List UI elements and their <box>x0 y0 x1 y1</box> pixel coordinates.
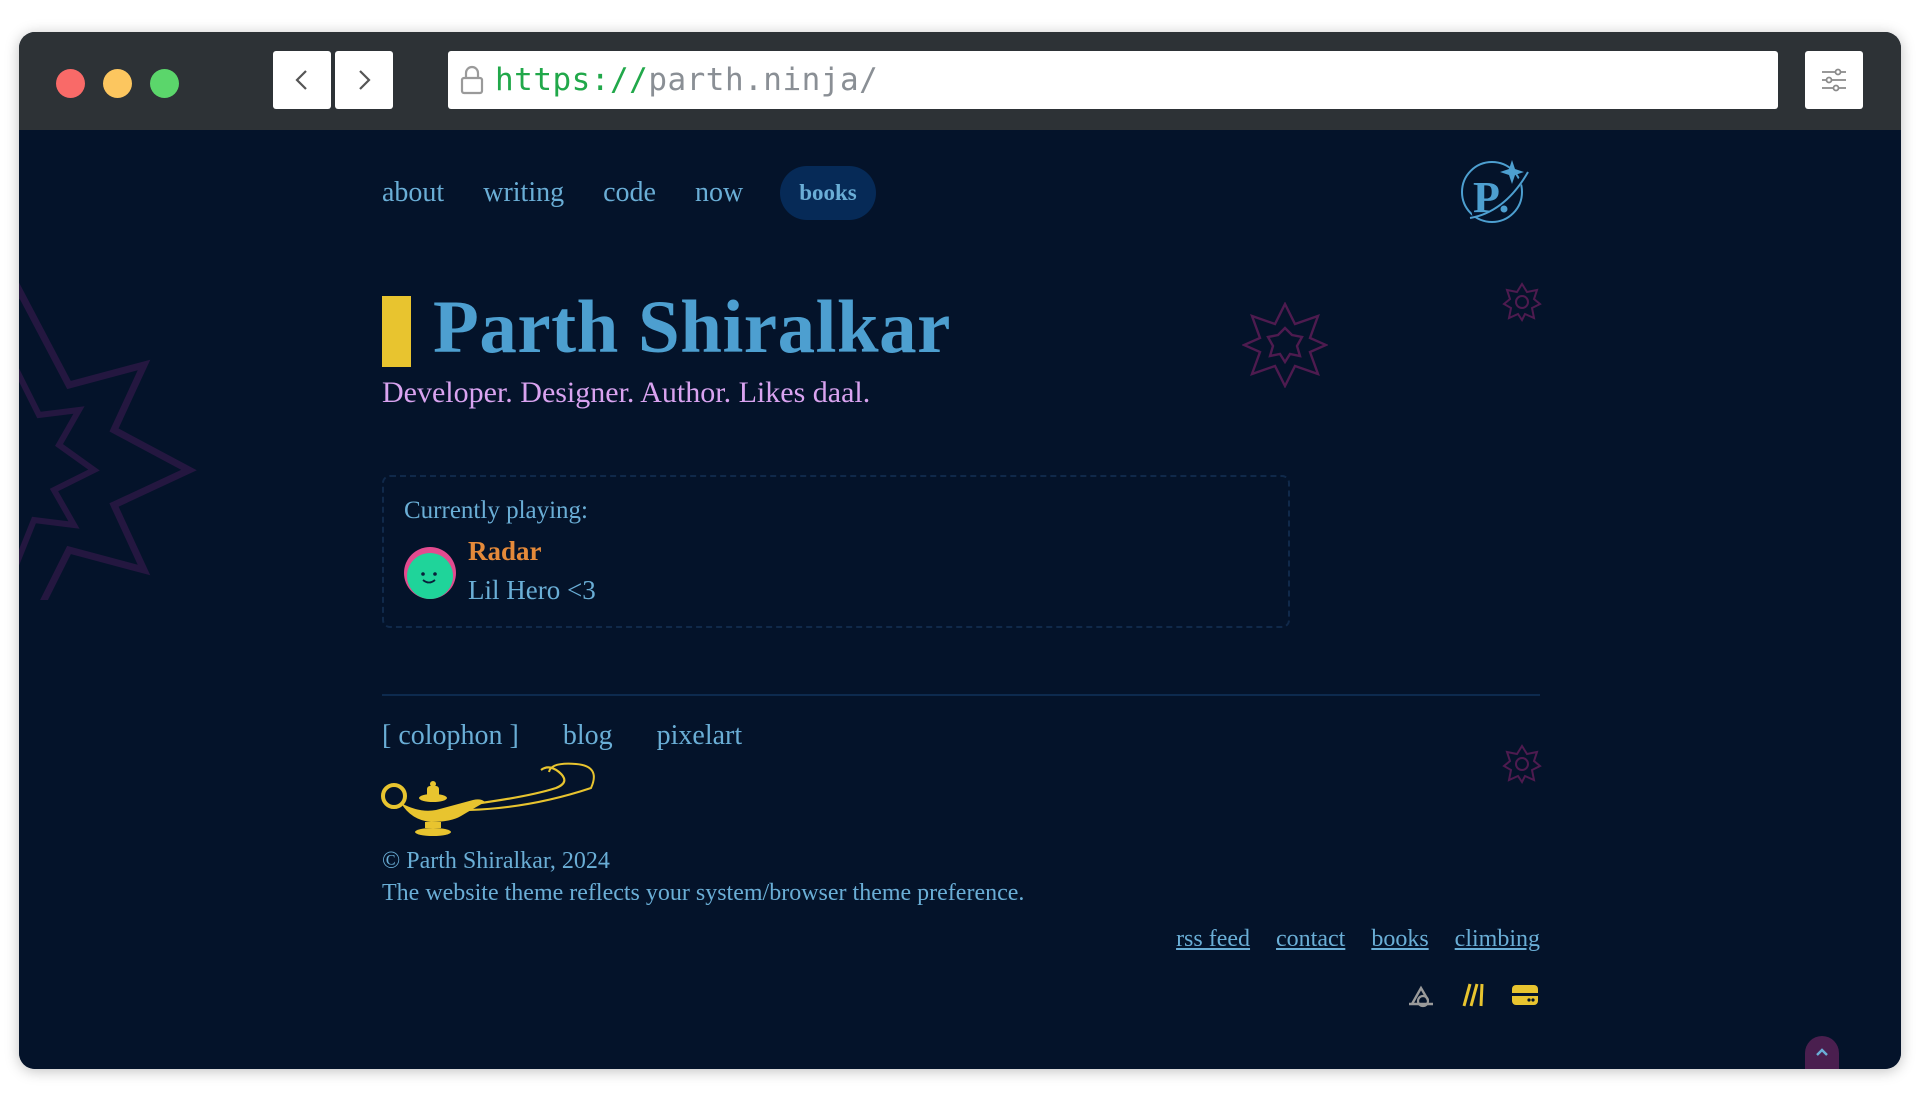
browser-toolbar: https://parth.ninja/ <box>19 32 1901 130</box>
nav-item-writing[interactable]: writing <box>483 177 564 209</box>
footer-nav: [ colophon ] blog pixelart <box>382 720 786 752</box>
svg-text:P: P <box>1473 173 1500 222</box>
chevron-up-icon <box>1816 1048 1828 1056</box>
close-window-button[interactable] <box>56 69 85 98</box>
nav-item-code[interactable]: code <box>603 177 656 209</box>
badge-icons <box>1384 980 1540 1010</box>
footer-link-colophon[interactable]: [ colophon ] <box>382 720 519 752</box>
small-star-decoration-icon <box>1502 744 1542 784</box>
nav-item-books[interactable]: books <box>780 166 876 220</box>
maximize-window-button[interactable] <box>150 69 179 98</box>
footer-divider <box>382 694 1540 696</box>
stripes-icon[interactable] <box>1458 980 1488 1010</box>
smiley-avatar-icon <box>404 547 456 599</box>
forward-button[interactable] <box>335 51 393 109</box>
now-playing-card: Currently playing: Radar Lil Hero <3 <box>382 475 1290 628</box>
link-rss-feed[interactable]: rss feed <box>1176 926 1250 953</box>
magic-lamp-icon <box>381 762 595 836</box>
link-contact[interactable]: contact <box>1276 926 1345 953</box>
url-text: https://parth.ninja/ <box>495 62 878 98</box>
chevron-right-icon <box>359 70 371 90</box>
address-bar[interactable]: https://parth.ninja/ <box>448 51 1778 109</box>
scroll-to-top-button[interactable] <box>1805 1036 1839 1069</box>
footer-link-pixelart[interactable]: pixelart <box>657 720 743 752</box>
browser-window: https://parth.ninja/ about writing code … <box>19 32 1901 1069</box>
sliders-icon <box>1822 68 1846 92</box>
link-climbing[interactable]: climbing <box>1455 926 1540 953</box>
copyright-text: © Parth Shiralkar, 2024 <box>382 848 610 874</box>
lock-icon <box>459 64 487 96</box>
track-title: Radar <box>468 536 542 566</box>
small-star-decoration-icon <box>1502 282 1542 322</box>
link-books[interactable]: books <box>1371 926 1428 953</box>
site-logo-icon[interactable]: P <box>1460 154 1530 226</box>
title-accent-bar <box>382 296 411 367</box>
page-content: about writing code now books P Parth Shi… <box>19 130 1901 1069</box>
url-host: parth.ninja/ <box>648 62 879 98</box>
now-playing-label: Currently playing: <box>404 497 588 524</box>
card-icon[interactable] <box>1510 980 1540 1010</box>
back-button[interactable] <box>273 51 331 109</box>
large-star-decoration-icon <box>19 282 197 600</box>
triangle-icon[interactable] <box>1406 980 1436 1010</box>
url-protocol: https:// <box>495 62 649 98</box>
minimize-window-button[interactable] <box>103 69 132 98</box>
star-decoration-icon <box>1242 302 1328 388</box>
footer-link-blog[interactable]: blog <box>563 720 613 752</box>
theme-note: The website theme reflects your system/b… <box>382 880 1025 906</box>
main-nav: about writing code now books <box>382 166 915 220</box>
tagline: Developer. Designer. Author. Likes daal. <box>382 376 871 409</box>
nav-item-now[interactable]: now <box>695 177 743 209</box>
track-artist: Lil Hero <3 <box>468 575 596 605</box>
nav-item-about[interactable]: about <box>382 177 444 209</box>
page-title: Parth Shiralkar <box>433 286 951 369</box>
settings-button[interactable] <box>1805 51 1863 109</box>
chevron-left-icon <box>295 70 307 90</box>
bottom-links: rss feed contact books climbing <box>1150 926 1540 953</box>
